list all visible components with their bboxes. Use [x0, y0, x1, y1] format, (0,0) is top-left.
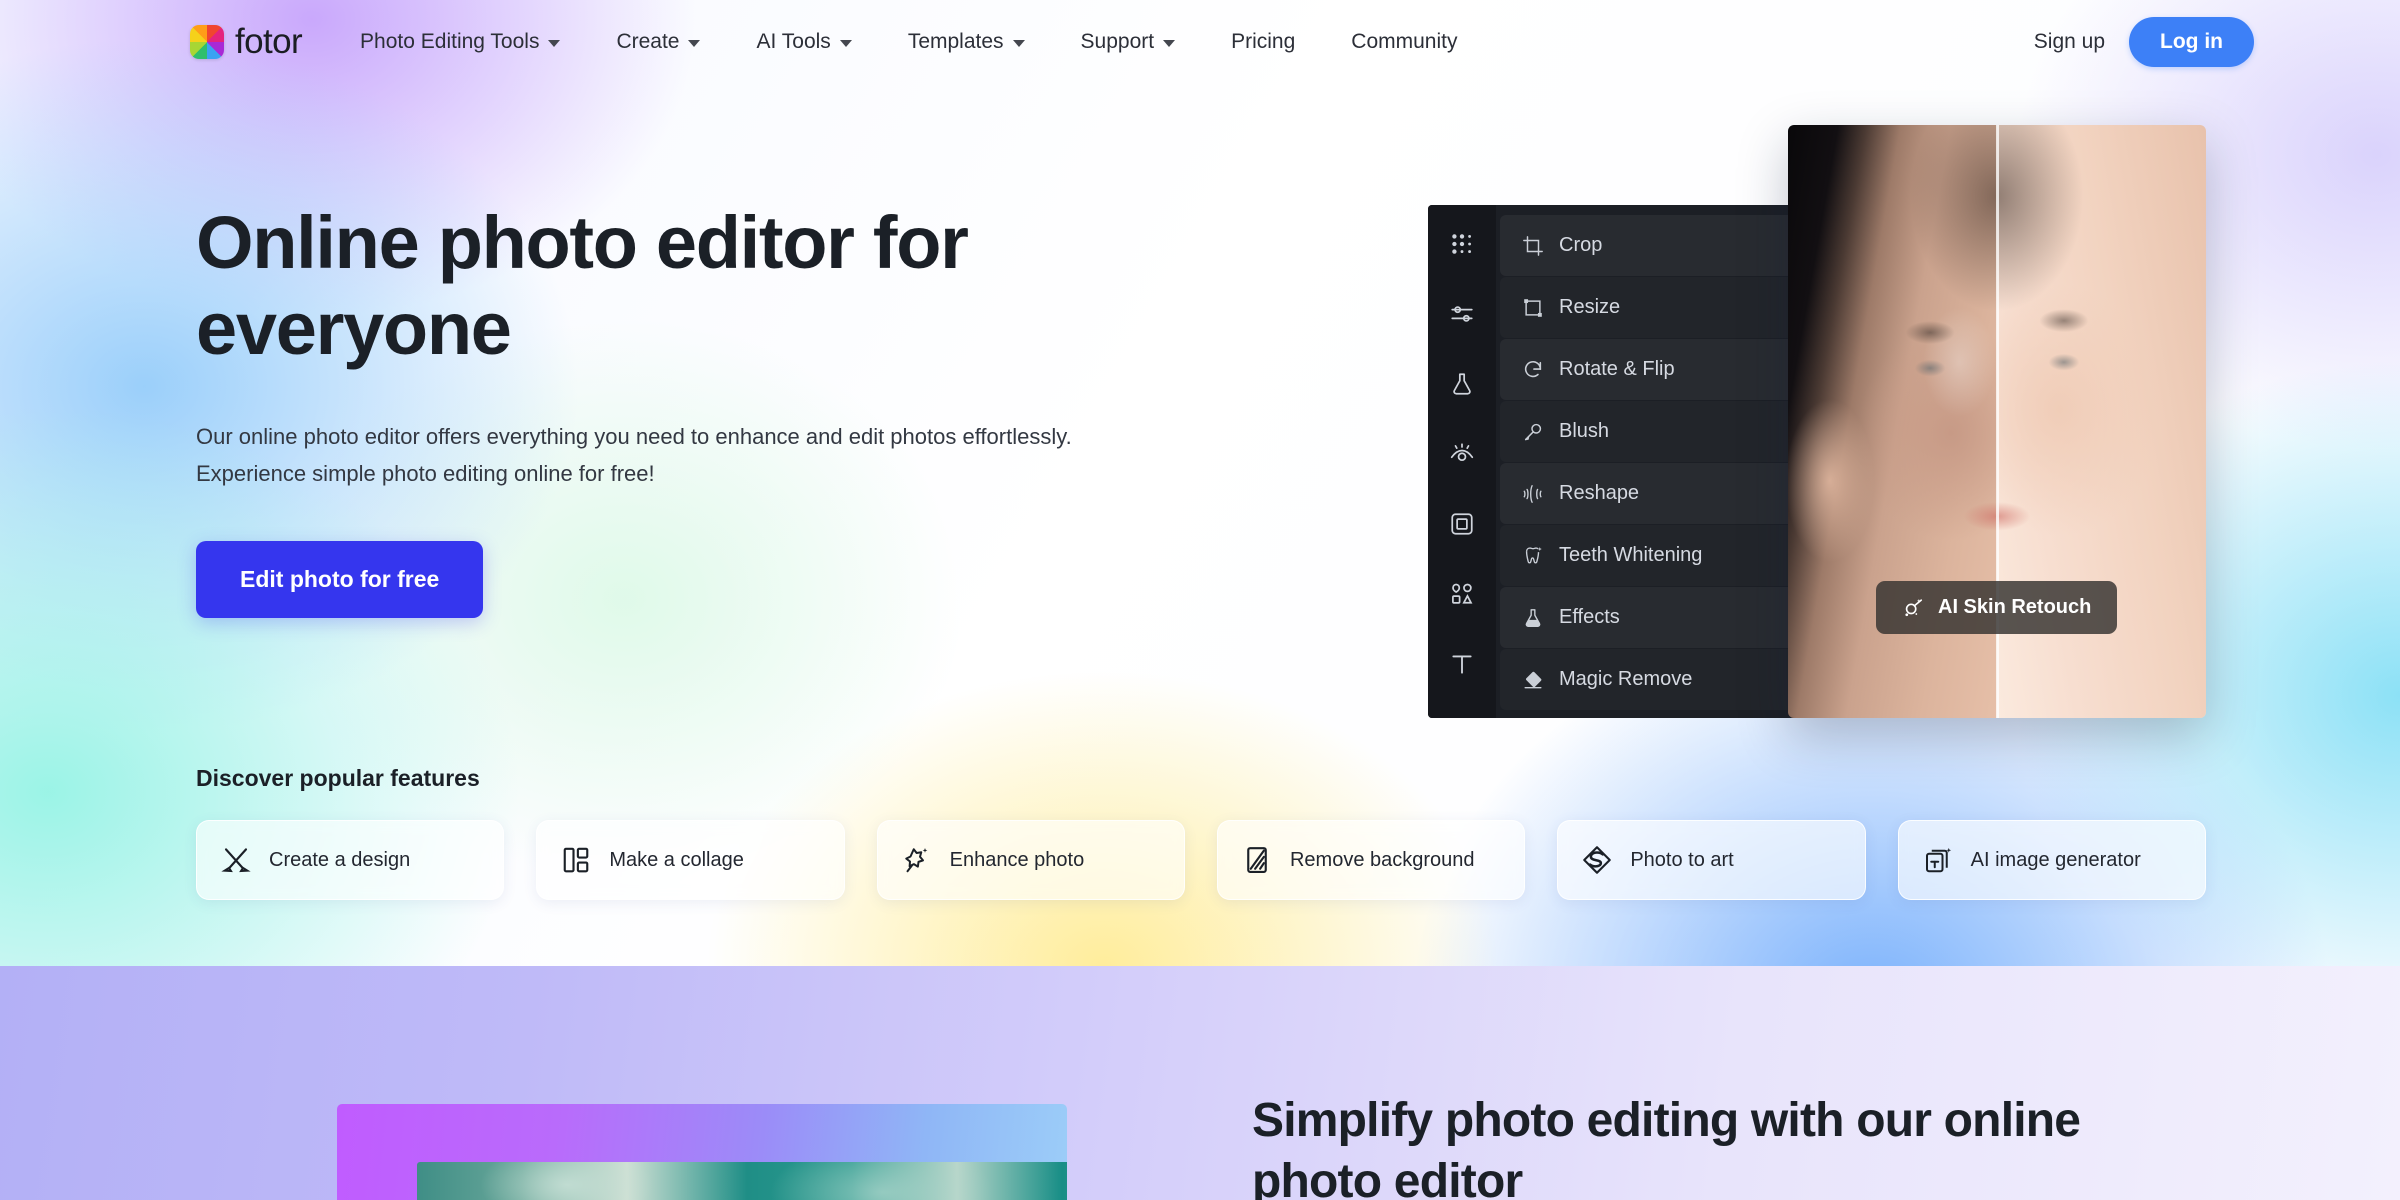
text-icon[interactable] [1449, 651, 1475, 677]
edit-photo-for-free-button[interactable]: Edit photo for free [196, 541, 484, 619]
rotate-flip-icon [1524, 360, 1542, 377]
editor-preview-mockup: Crop Resize Rotate & Flip Blush Reshape … [1428, 125, 2206, 718]
nav-account-actions: Sign up Log in [2034, 17, 2254, 67]
fotor-landing-page: fotor Photo Editing Tools Create AI Tool… [0, 0, 2400, 1200]
nav-label: Pricing [1231, 30, 1296, 53]
feature-card-label: Create a design [269, 848, 411, 871]
hero-subtitle: Our online photo editor offers everythin… [196, 418, 1316, 494]
tool-label: Reshape [1559, 482, 1640, 504]
feature-card-label: Make a collage [609, 848, 744, 871]
tool-label: Resize [1559, 296, 1621, 318]
before-after-photo-preview: AI Skin Retouch [1788, 125, 2206, 718]
remove-background-icon [1247, 847, 1267, 873]
reshape-icon [1523, 484, 1542, 503]
nav-links: Photo Editing Tools Create AI Tools Temp… [332, 30, 1485, 54]
shapes-icon[interactable] [1449, 581, 1475, 607]
nav-label: Photo Editing Tools [360, 30, 540, 53]
nav-label: AI Tools [756, 30, 831, 53]
chevron-down-icon [839, 40, 852, 47]
nav-item-ai-tools[interactable]: AI Tools [728, 30, 879, 54]
tool-label: Blush [1559, 420, 1610, 442]
tool-label: Teeth Whitening [1559, 544, 1703, 566]
lower-section-content: Simplify photo editing with our online p… [1252, 1090, 2152, 1200]
log-in-button[interactable]: Log in [2129, 17, 2254, 67]
nav-item-support[interactable]: Support [1053, 30, 1204, 54]
tool-label: Magic Remove [1559, 668, 1693, 690]
feature-card-list: Create a design Make a collage Enhance p… [196, 820, 2206, 900]
hero-subtitle-line-2: Experience simple photo editing online f… [196, 461, 655, 487]
design-tools-icon [221, 848, 251, 873]
chevron-down-icon [1163, 40, 1176, 47]
beauty-flask-icon[interactable] [1449, 371, 1475, 397]
feature-card-create-a-design[interactable]: Create a design [196, 820, 505, 900]
ai-skin-retouch-badge[interactable]: AI Skin Retouch [1876, 581, 2118, 634]
frame-icon[interactable] [1449, 511, 1475, 537]
feature-card-make-a-collage[interactable]: Make a collage [536, 820, 845, 900]
badge-label: AI Skin Retouch [1938, 596, 2092, 618]
lower-section-preview-image [337, 1104, 1067, 1200]
feature-card-photo-to-art[interactable]: Photo to art [1557, 820, 1866, 900]
tool-label: Effects [1559, 606, 1620, 628]
effects-icon [1525, 608, 1541, 627]
feature-card-remove-background[interactable]: Remove background [1216, 820, 1526, 900]
adjust-sliders-icon[interactable] [1449, 301, 1475, 327]
blush-icon [1524, 423, 1542, 440]
tool-label: Rotate & Flip [1559, 358, 1675, 380]
hero-subtitle-line-1: Our online photo editor offers everythin… [196, 423, 1072, 449]
feature-card-label: Enhance photo [949, 848, 1085, 871]
brand-name: fotor [235, 22, 303, 61]
crop-icon [1523, 235, 1543, 256]
chevron-down-icon [1012, 40, 1025, 47]
tool-label: Crop [1559, 234, 1603, 256]
hero-content: Online photo editor for everyone Our onl… [196, 200, 1316, 619]
nav-label: Community [1351, 30, 1458, 53]
photo-to-art-icon [1583, 846, 1612, 874]
nav-label: Support [1080, 30, 1155, 53]
resize-icon [1524, 298, 1542, 317]
feature-card-ai-image-generator[interactable]: AI image generator [1897, 820, 2206, 900]
eye-retouch-icon[interactable] [1449, 441, 1475, 467]
discover-title: Discover popular features [196, 765, 480, 791]
nav-label: Create [616, 30, 680, 53]
lower-section-title: Simplify photo editing with our online p… [1252, 1094, 2081, 1200]
ai-sparkle-icon [1905, 598, 1923, 616]
main-navigation-bar: fotor Photo Editing Tools Create AI Tool… [0, 0, 2400, 84]
feature-card-label: Photo to art [1630, 848, 1734, 871]
collage-grid-icon [564, 847, 589, 873]
chevron-down-icon [548, 40, 561, 47]
nav-item-community[interactable]: Community [1323, 30, 1485, 54]
feature-card-enhance-photo[interactable]: Enhance photo [876, 820, 1185, 900]
ai-image-generator-icon [1925, 847, 1951, 873]
chevron-down-icon [688, 40, 701, 47]
nav-item-templates[interactable]: Templates [880, 30, 1053, 54]
nav-item-photo-editing-tools[interactable]: Photo Editing Tools [332, 30, 588, 54]
page-title: Online photo editor for everyone [196, 201, 969, 370]
teeth-whitening-icon [1525, 546, 1542, 564]
editor-tool-rail [1428, 205, 1496, 718]
nav-item-pricing[interactable]: Pricing [1203, 30, 1323, 54]
fotor-color-wheel-icon [190, 25, 224, 59]
nav-item-create[interactable]: Create [588, 30, 728, 54]
sparkle-enhance-icon [904, 848, 928, 873]
discover-popular-features: Discover popular features Create a desig… [196, 765, 2206, 900]
magic-remove-icon [1524, 671, 1542, 688]
feature-card-label: AI image generator [1970, 848, 2141, 871]
sign-up-link[interactable]: Sign up [2034, 30, 2105, 54]
hero-section: fotor Photo Editing Tools Create AI Tool… [0, 0, 2400, 966]
lower-section-inner-photo [417, 1162, 1067, 1200]
brand-logo[interactable]: fotor [190, 22, 303, 62]
grid-dots-icon[interactable] [1449, 231, 1475, 257]
nav-label: Templates [907, 30, 1004, 53]
feature-card-label: Remove background [1289, 848, 1475, 871]
